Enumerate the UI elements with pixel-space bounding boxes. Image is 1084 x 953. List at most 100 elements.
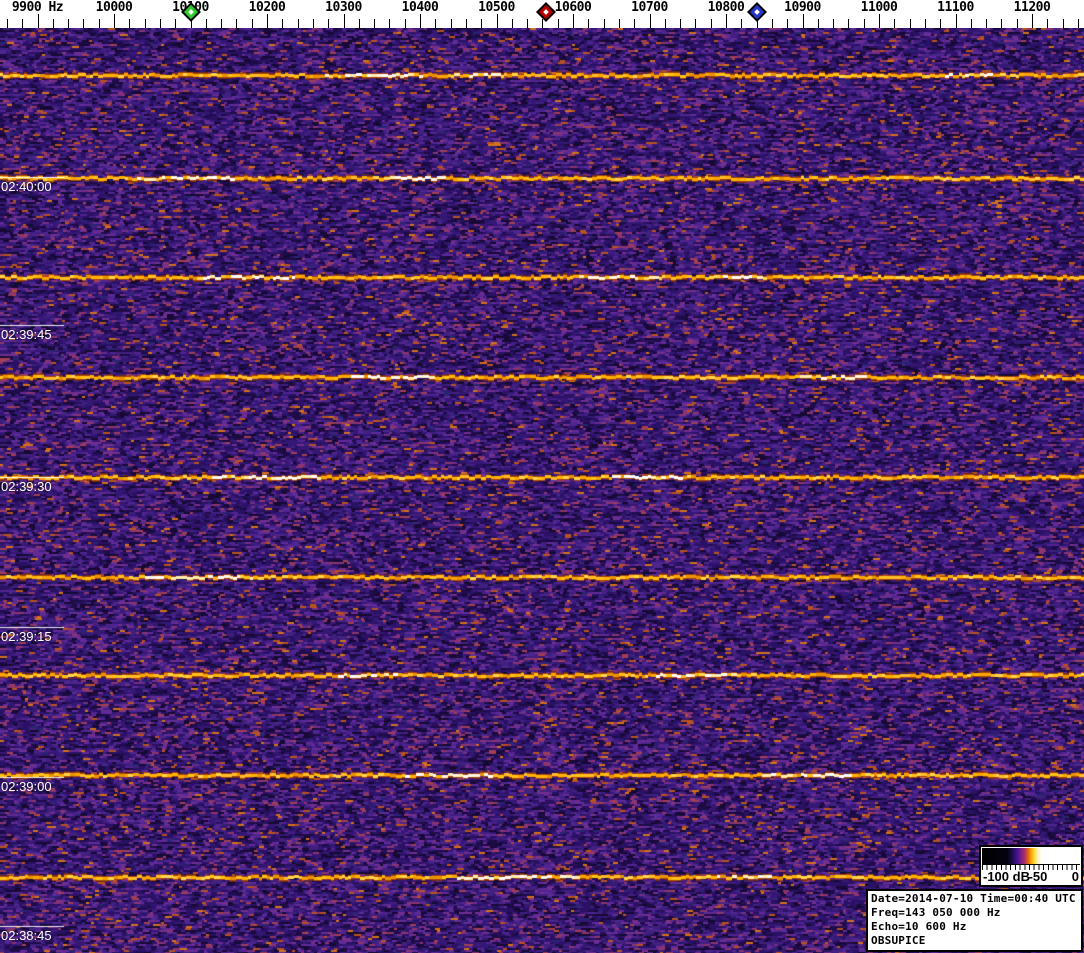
frequency-tick xyxy=(542,19,544,28)
frequency-tick xyxy=(909,19,911,28)
frequency-tick xyxy=(297,19,299,28)
frequency-tick xyxy=(511,19,513,28)
frequency-tick xyxy=(879,14,880,28)
frequency-tick xyxy=(1077,19,1079,28)
frequency-tick xyxy=(98,19,100,28)
frequency-tick xyxy=(68,19,70,28)
time-label: 02:38:45 xyxy=(1,928,52,943)
frequency-tick xyxy=(37,14,39,28)
frequency-tick xyxy=(251,19,253,28)
frequency-tick xyxy=(634,19,636,28)
legend-mid-label: -50 xyxy=(1028,869,1048,884)
frequency-tick xyxy=(557,19,559,28)
frequency-tick xyxy=(144,19,146,28)
legend-max-label: 0 xyxy=(1071,869,1079,884)
frequency-label: 11200 xyxy=(1013,0,1051,15)
frequency-tick xyxy=(114,14,115,28)
frequency-label: 10700 xyxy=(631,0,668,15)
frequency-tick xyxy=(802,14,804,28)
frequency-label: 10000 xyxy=(95,0,133,15)
frequency-tick xyxy=(175,19,177,28)
frequency-tick xyxy=(771,19,773,28)
frequency-tick xyxy=(328,19,330,28)
frequency-tick xyxy=(618,19,620,28)
frequency-tick xyxy=(1001,19,1003,28)
frequency-tick xyxy=(52,19,54,28)
color-scale-legend: -100 dB -50 0 xyxy=(979,845,1083,887)
frequency-tick xyxy=(389,19,391,28)
time-label: 02:40:00 xyxy=(1,179,52,194)
frequency-tick xyxy=(955,14,957,28)
frequency-tick xyxy=(649,14,651,28)
time-label: 02:39:30 xyxy=(1,479,52,494)
frequency-tick xyxy=(1047,19,1049,28)
frequency-tick xyxy=(159,19,161,28)
frequency-ruler[interactable]: 9900 Hz100001010010200103001040010500106… xyxy=(0,0,1084,28)
frequency-tick xyxy=(573,14,574,28)
marker-red-diamond-icon[interactable] xyxy=(536,2,557,22)
frequency-tick xyxy=(527,19,529,28)
frequency-tick xyxy=(1032,14,1033,28)
frequency-tick xyxy=(833,19,835,28)
frequency-tick xyxy=(465,19,467,28)
frequency-label: 10800 xyxy=(707,0,745,15)
time-label: 02:39:15 xyxy=(1,629,52,644)
info-station: OBSUPICE xyxy=(871,934,926,947)
spectrogram-window: 9900 Hz100001010010200103001040010500106… xyxy=(0,0,1084,953)
frequency-label: 10300 xyxy=(325,0,362,15)
frequency-tick xyxy=(695,19,697,28)
frequency-tick xyxy=(817,19,819,28)
frequency-tick xyxy=(450,19,452,28)
waterfall-canvas[interactable] xyxy=(0,28,1084,953)
frequency-tick xyxy=(420,14,421,28)
frequency-tick xyxy=(343,14,345,28)
info-frequency: Freq=143 050 000 Hz xyxy=(871,906,1001,919)
frequency-tick xyxy=(680,19,682,28)
frequency-tick xyxy=(267,14,268,28)
frequency-tick xyxy=(236,19,238,28)
frequency-tick xyxy=(741,19,743,28)
marker-center-dot xyxy=(187,9,194,15)
frequency-tick xyxy=(496,14,498,28)
info-echo: Echo=10 600 Hz xyxy=(871,920,967,933)
marker-blue-diamond-icon[interactable] xyxy=(746,2,767,22)
frequency-tick xyxy=(374,19,376,28)
color-scale-labels: -100 dB -50 0 xyxy=(981,869,1081,885)
frequency-label: 10400 xyxy=(401,0,439,15)
frequency-tick xyxy=(1062,19,1064,28)
legend-min-label: -100 dB xyxy=(983,869,1030,884)
frequency-tick xyxy=(6,19,8,28)
frequency-label: 10500 xyxy=(478,0,515,15)
frequency-tick xyxy=(940,19,942,28)
frequency-tick xyxy=(588,19,590,28)
frequency-tick xyxy=(924,19,926,28)
marker-center-dot xyxy=(753,9,760,15)
observation-info-box: Date=2014-07-10 Time=00:40 UTC Freq=143 … xyxy=(866,889,1083,952)
frequency-label: 9900 Hz xyxy=(11,0,64,15)
frequency-tick xyxy=(435,19,437,28)
frequency-tick xyxy=(282,19,284,28)
frequency-tick xyxy=(481,19,483,28)
frequency-tick xyxy=(22,19,24,28)
time-label: 02:39:00 xyxy=(1,779,52,794)
frequency-tick xyxy=(205,19,207,28)
frequency-label: 10900 xyxy=(784,0,821,15)
info-date-time: Date=2014-07-10 Time=00:40 UTC xyxy=(871,892,1076,905)
frequency-label: 11000 xyxy=(860,0,898,15)
frequency-label: 10200 xyxy=(248,0,286,15)
frequency-tick xyxy=(129,19,131,28)
frequency-tick xyxy=(863,19,865,28)
frequency-tick xyxy=(664,19,666,28)
frequency-tick xyxy=(221,19,223,28)
color-gradient-bar xyxy=(982,848,1080,864)
marker-center-dot xyxy=(543,9,550,15)
frequency-label: 11100 xyxy=(937,0,974,15)
frequency-tick xyxy=(404,19,406,28)
frequency-tick xyxy=(986,19,988,28)
frequency-tick xyxy=(787,19,789,28)
time-label: 02:39:45 xyxy=(1,327,52,342)
frequency-tick xyxy=(970,19,972,28)
frequency-tick xyxy=(848,19,850,28)
frequency-tick xyxy=(894,19,896,28)
frequency-tick xyxy=(1016,19,1018,28)
